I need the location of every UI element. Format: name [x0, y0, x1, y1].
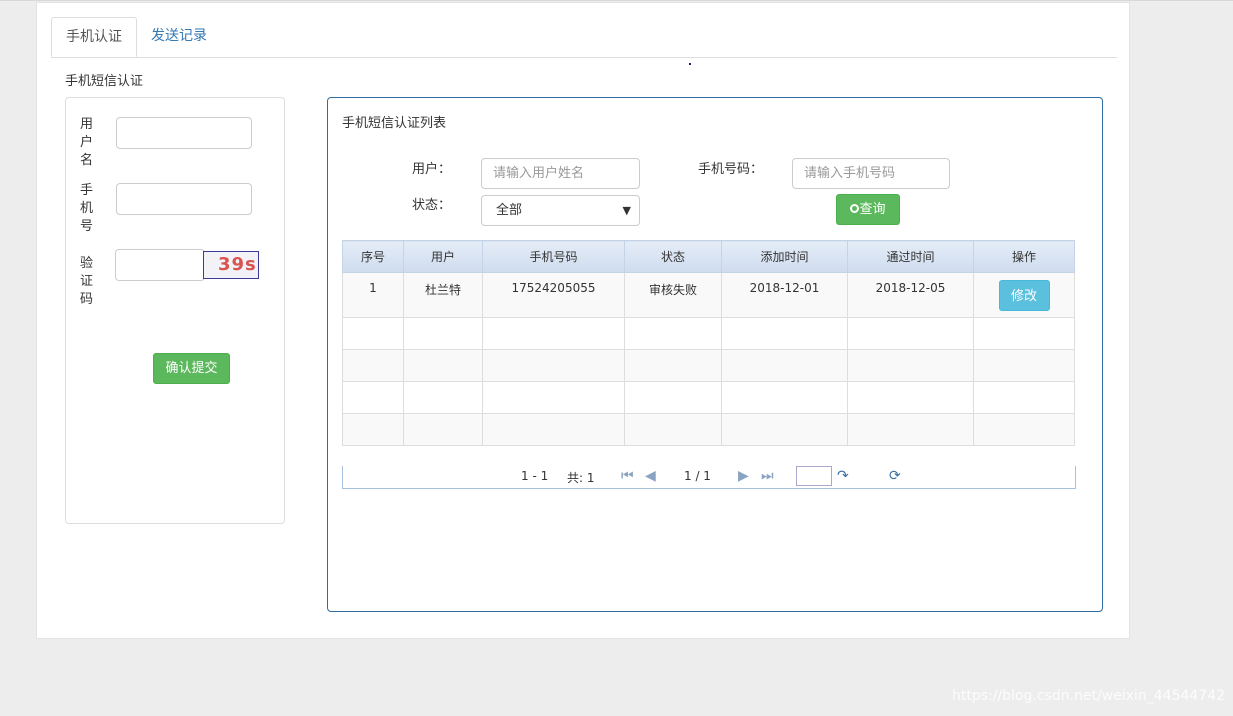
empty-row [342, 317, 1075, 350]
col-header-phone[interactable]: 手机号码 [482, 240, 625, 273]
pager-total: 共: 1 [567, 471, 595, 485]
cell-user: 杜兰特 [403, 272, 483, 318]
empty-row [342, 381, 1075, 414]
phone-label: 手机号 [80, 183, 94, 234]
last-page-icon[interactable]: ⏭ [761, 468, 774, 484]
empty-row [342, 349, 1075, 382]
list-title: 手机短信认证列表 [342, 116, 447, 131]
top-border [0, 0, 1233, 1]
status-filter-label: 状态： [412, 198, 452, 213]
go-arrow-icon[interactable]: ↷ [837, 468, 849, 484]
status-select-value: 全部 [496, 203, 523, 218]
captcha-input[interactable] [115, 249, 205, 281]
phone-filter-input[interactable]: 请输入手机号码 [792, 158, 950, 189]
table-row[interactable]: 1 杜兰特 17524205055 审核失败 2018-12-01 2018-1… [342, 272, 1075, 318]
first-page-icon[interactable]: ⏮ [621, 468, 634, 484]
col-header-user[interactable]: 用户 [403, 240, 483, 273]
phone-filter-label: 手机号码： [698, 162, 764, 177]
pager-range: 1 - 1 [521, 469, 549, 483]
col-header-action[interactable]: 操作 [973, 240, 1075, 273]
captcha-image[interactable]: 39s [203, 251, 259, 279]
table-header: 序号 用户 手机号码 状态 添加时间 通过时间 操作 [342, 240, 1075, 273]
col-header-passed[interactable]: 通过时间 [847, 240, 974, 273]
data-table: 序号 用户 手机号码 状态 添加时间 通过时间 操作 1 杜兰特 1752420… [342, 240, 1075, 446]
sms-auth-list: 手机短信认证列表 用户： 请输入用户姓名 手机号码： 请输入手机号码 状态： 全… [327, 97, 1103, 612]
empty-row [342, 413, 1075, 446]
query-label: 查询 [859, 202, 886, 217]
submit-button[interactable]: 确认提交 [153, 353, 230, 384]
pager-page: 1 / 1 [684, 469, 711, 483]
captcha-label: 验证码 [80, 256, 94, 307]
cell-passed: 2018-12-05 [847, 272, 974, 318]
captcha-text: 39s [218, 254, 257, 275]
tab-send-records[interactable]: 发送记录 [137, 17, 221, 57]
col-header-added[interactable]: 添加时间 [721, 240, 848, 273]
col-header-no[interactable]: 序号 [342, 240, 404, 273]
cell-added: 2018-12-01 [721, 272, 848, 318]
main-panel: 手机认证 发送记录 手机短信认证 用户名 手机号 验证码 39s 确认提交 手机… [36, 2, 1130, 639]
username-label: 用户名 [80, 117, 94, 168]
stray-dot [689, 63, 691, 65]
pagination: 1 - 1 共: 1 ⏮ ◀ 1 / 1 ▶ ⏭ ↷ ⟳ [342, 466, 1076, 489]
tab-phone-auth[interactable]: 手机认证 [51, 17, 137, 57]
refresh-icon[interactable]: ⟳ [889, 468, 901, 484]
tab-bar: 手机认证 发送记录 [51, 17, 1117, 58]
cell-action: 修改 [973, 272, 1075, 318]
section-title: 手机短信认证 [65, 74, 144, 89]
cell-no: 1 [342, 272, 404, 318]
page-jump-input[interactable] [796, 466, 832, 486]
prev-page-icon[interactable]: ◀ [645, 468, 656, 484]
edit-button[interactable]: 修改 [998, 280, 1050, 311]
next-page-icon[interactable]: ▶ [738, 468, 749, 484]
col-header-status[interactable]: 状态 [624, 240, 722, 273]
cell-status: 审核失败 [624, 272, 722, 318]
watermark: https://blog.csdn.net/weixin_44544742 [952, 688, 1226, 704]
status-select[interactable]: 全部 ▼ [481, 195, 640, 226]
user-filter-label: 用户： [412, 162, 452, 177]
cell-phone: 17524205055 [482, 272, 625, 318]
query-button[interactable]: 查询 [836, 194, 900, 225]
dropdown-arrow-icon: ▼ [622, 204, 631, 217]
sms-auth-form: 用户名 手机号 验证码 39s 确认提交 [65, 97, 285, 524]
user-filter-input[interactable]: 请输入用户姓名 [481, 158, 640, 189]
phone-input[interactable] [116, 183, 252, 215]
username-input[interactable] [116, 117, 252, 149]
